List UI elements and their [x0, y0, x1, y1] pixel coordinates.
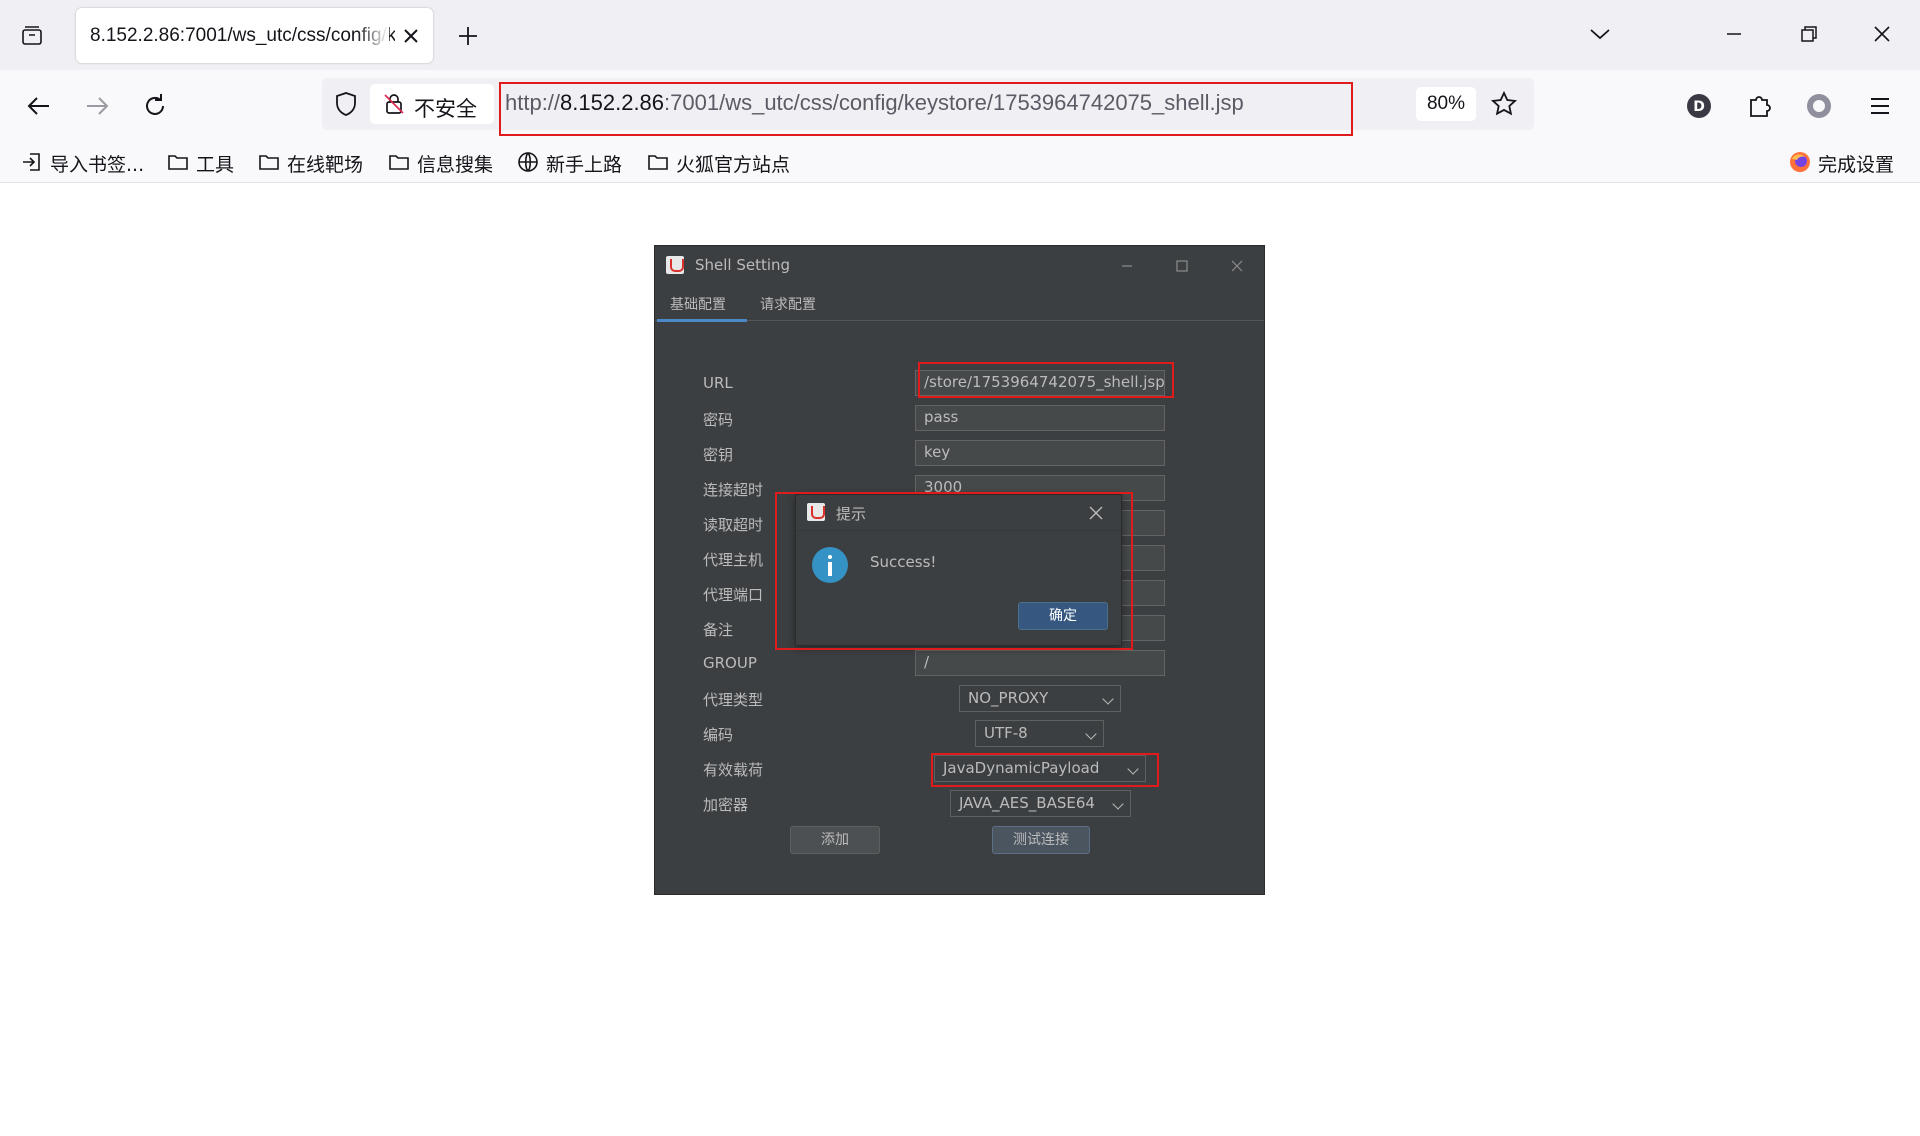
window-close-icon[interactable]: [1226, 255, 1248, 277]
window-titlebar: Shell Setting: [655, 246, 1264, 284]
dialog-title: 提示: [836, 505, 867, 523]
insecure-lock-icon: [384, 94, 404, 114]
tab-list-icon[interactable]: [14, 18, 50, 54]
key-input[interactable]: key: [915, 440, 1165, 466]
active-tab-underline: [657, 319, 747, 322]
folder-icon: [648, 155, 668, 170]
folder-icon: [389, 155, 409, 170]
java-app-icon: [807, 503, 825, 521]
svg-text:D: D: [1693, 99, 1705, 115]
add-button[interactable]: 添加: [790, 826, 880, 854]
ok-button[interactable]: 确定: [1018, 602, 1108, 630]
address-bar[interactable]: 不安全 http://8.152.2.86:7001/ws_utc/css/co…: [322, 78, 1534, 130]
tab-close-icon[interactable]: [399, 24, 423, 48]
new-tab-icon[interactable]: [452, 20, 484, 52]
connect-timeout-label: 连接超时: [703, 481, 764, 499]
proxy-type-select[interactable]: NO_PROXY: [959, 685, 1121, 712]
dialog-close-icon[interactable]: [1085, 502, 1107, 524]
tab-basic-config[interactable]: 基础配置: [670, 294, 726, 314]
bookmarks-toolbar: 导入书签... 工具 在线靶场 信息搜集 新手上路 火狐官方站点 完成设置: [0, 140, 1920, 183]
chevron-down-icon: [1085, 728, 1097, 740]
chevron-down-icon: [1112, 798, 1124, 810]
firefox-logo-icon: [1790, 152, 1810, 172]
window-minimize-icon[interactable]: [1116, 255, 1138, 277]
group-input[interactable]: /: [915, 650, 1165, 676]
tab-overflow-chevron-icon[interactable]: [1578, 14, 1622, 54]
dialog-message: Success!: [870, 553, 937, 571]
tab-title: 8.152.2.86:7001/ws_utc/css/config/keysto…: [90, 25, 395, 46]
success-dialog: 提示 Success! 确定: [795, 494, 1122, 646]
password-input[interactable]: pass: [915, 405, 1165, 431]
proxy-host-label: 代理主机: [703, 551, 764, 569]
globe-icon: [518, 152, 538, 172]
browser-tab[interactable]: 8.152.2.86:7001/ws_utc/css/config/keysto…: [76, 8, 433, 63]
minimize-icon[interactable]: [1712, 14, 1756, 54]
tracking-protection-shield-icon[interactable]: [332, 90, 360, 118]
remark-label: 备注: [703, 621, 734, 639]
tab-request-config[interactable]: 请求配置: [760, 294, 816, 314]
window-title: Shell Setting: [695, 256, 791, 274]
tab-bar: 8.152.2.86:7001/ws_utc/css/config/keysto…: [0, 0, 1920, 70]
key-label: 密钥: [703, 446, 734, 464]
dialog-titlebar: 提示: [796, 495, 1121, 531]
info-icon: [812, 547, 848, 583]
back-icon[interactable]: [19, 86, 59, 126]
folder-icon: [168, 155, 188, 170]
url-label: URL: [703, 374, 733, 392]
cryption-select[interactable]: JAVA_AES_BASE64: [950, 790, 1131, 817]
read-timeout-label: 读取超时: [703, 516, 764, 534]
test-connection-button[interactable]: 测试连接: [992, 826, 1090, 854]
encoding-label: 编码: [703, 726, 734, 744]
group-label: GROUP: [703, 654, 757, 672]
cryption-label: 加密器: [703, 796, 749, 814]
settings-tabs: 基础配置 请求配置: [655, 286, 1264, 322]
extension-record-icon[interactable]: [1799, 86, 1839, 126]
url-input[interactable]: /store/1753964742075_shell.jsp: [915, 370, 1165, 396]
navigation-bar: 不安全 http://8.152.2.86:7001/ws_utc/css/co…: [0, 70, 1920, 140]
payload-select[interactable]: JavaDynamicPayload: [934, 755, 1146, 782]
forward-icon[interactable]: [77, 86, 117, 126]
folder-icon: [259, 155, 279, 170]
bookmark-star-icon[interactable]: [1490, 90, 1518, 118]
extensions-puzzle-icon[interactable]: [1739, 86, 1779, 126]
java-app-icon: [666, 256, 684, 274]
security-label: 不安全: [414, 97, 477, 121]
zoom-level-button[interactable]: 80%: [1416, 87, 1476, 121]
encoding-select[interactable]: UTF-8: [975, 720, 1104, 747]
password-label: 密码: [703, 411, 734, 429]
chevron-down-icon: [1127, 763, 1139, 775]
proxy-port-label: 代理端口: [703, 586, 764, 604]
site-security-indicator[interactable]: 不安全: [370, 84, 494, 124]
import-icon: [23, 153, 40, 171]
close-window-icon[interactable]: [1860, 14, 1904, 54]
reload-icon[interactable]: [135, 86, 175, 126]
url-text[interactable]: http://8.152.2.86:7001/ws_utc/css/config…: [505, 90, 1244, 116]
profile-avatar[interactable]: D: [1679, 86, 1719, 126]
chevron-down-icon: [1102, 693, 1114, 705]
proxy-type-label: 代理类型: [703, 691, 764, 709]
payload-label: 有效载荷: [703, 761, 764, 779]
menu-hamburger-icon[interactable]: [1860, 86, 1900, 126]
restore-icon[interactable]: [1786, 14, 1830, 54]
window-maximize-icon[interactable]: [1171, 255, 1193, 277]
